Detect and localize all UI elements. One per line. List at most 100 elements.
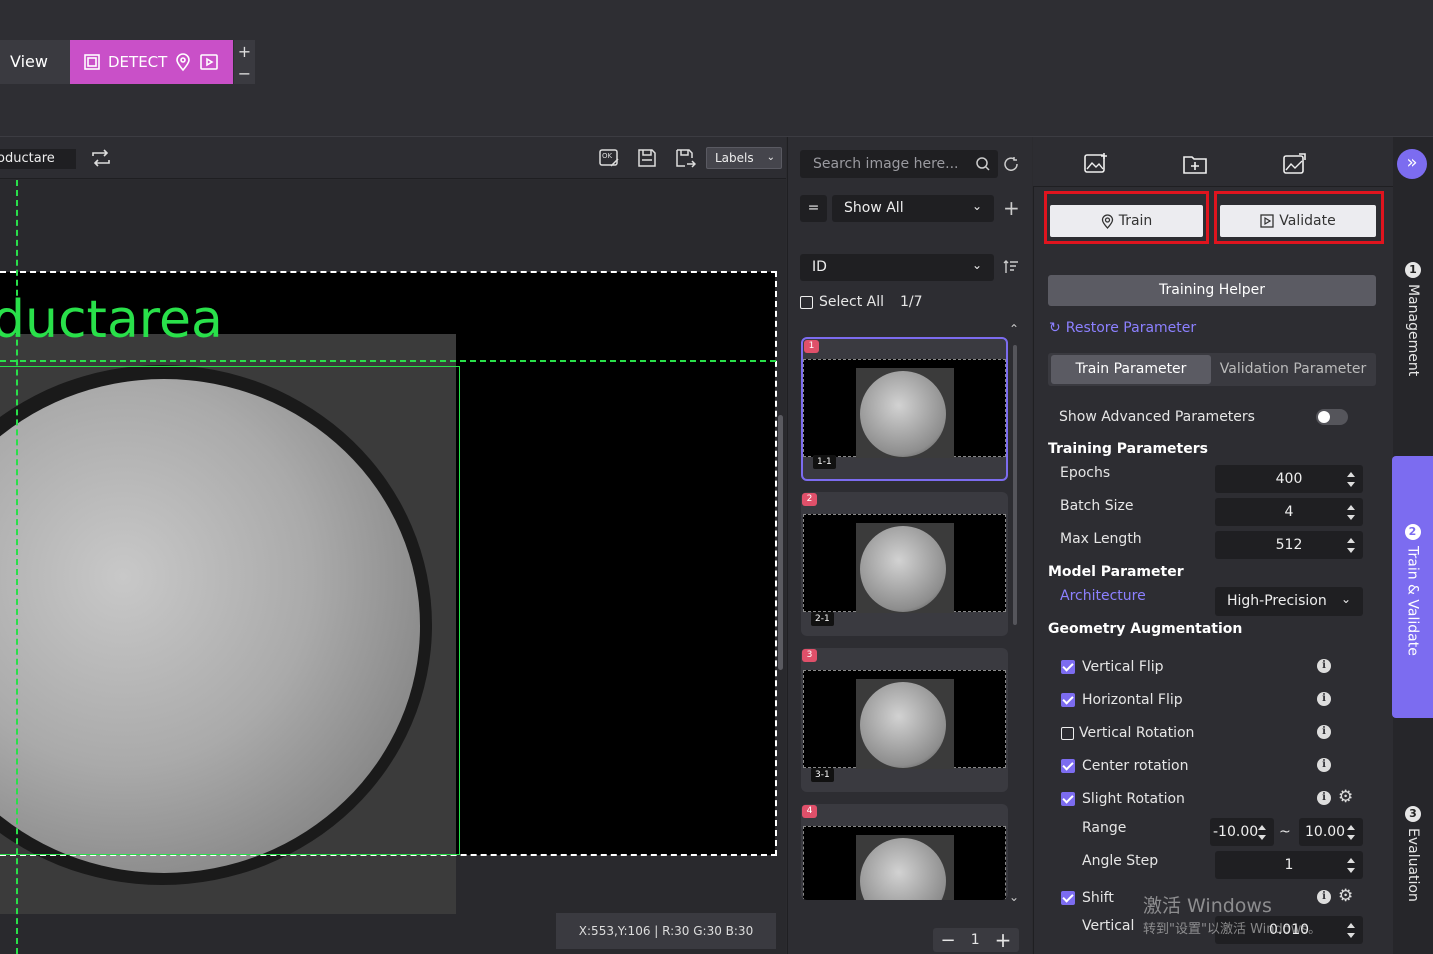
bounding-box[interactable]: [0, 366, 460, 855]
range-separator: ~: [1279, 824, 1291, 840]
angle-step-stepper[interactable]: 1: [1215, 851, 1363, 879]
collapse-panel-button[interactable]: »: [1397, 149, 1427, 179]
save-as-icon[interactable]: [674, 147, 696, 169]
horizontal-flip-label: Horizontal Flip: [1082, 692, 1183, 708]
epochs-label: Epochs: [1060, 465, 1111, 481]
location-pin-icon[interactable]: [173, 52, 193, 72]
minus-icon[interactable]: −: [238, 64, 251, 83]
center-rotation-checkbox[interactable]: [1061, 759, 1075, 773]
list-item[interactable]: 1 1-1: [801, 337, 1008, 481]
vertical-flip-label: Vertical Flip: [1082, 659, 1164, 675]
list-item[interactable]: 3 3-1: [801, 648, 1008, 792]
plus-icon[interactable]: +: [238, 42, 251, 61]
sidebar-item-management[interactable]: 1 Management: [1393, 262, 1433, 402]
refresh-icon[interactable]: [1003, 156, 1020, 173]
train-button-label: Train: [1118, 213, 1153, 229]
show-advanced-label: Show Advanced Parameters: [1059, 409, 1255, 425]
page-next-icon[interactable]: +: [995, 928, 1012, 952]
labels-select-value: Labels: [715, 151, 754, 165]
sidebar-label: Train & Validate: [1404, 546, 1421, 656]
epochs-stepper[interactable]: 400: [1215, 465, 1363, 493]
step-number: 1: [1405, 262, 1421, 278]
scroll-top-icon[interactable]: ⌃: [1009, 322, 1019, 336]
validate-button[interactable]: Validate: [1220, 205, 1376, 237]
gear-icon[interactable]: ⚙: [1338, 787, 1353, 807]
export-image-icon[interactable]: [1282, 152, 1308, 176]
select-all-row: Select All 1/7: [800, 294, 923, 310]
sidebar-item-evaluation[interactable]: 3 Evaluation: [1393, 806, 1433, 926]
select-all-checkbox[interactable]: [800, 295, 813, 309]
tab-validation-parameter[interactable]: Validation Parameter: [1213, 355, 1373, 384]
filter-operator[interactable]: =: [800, 195, 827, 222]
sort-order-icon[interactable]: [1003, 260, 1019, 274]
filter-select[interactable]: Show All ⌄: [832, 195, 994, 222]
detect-tab-label: DETECT: [108, 53, 168, 71]
save-icon[interactable]: [636, 147, 658, 169]
ok-image-icon[interactable]: OK: [598, 147, 620, 169]
page-prev-icon[interactable]: −: [941, 930, 956, 951]
labels-select[interactable]: Labels ⌄: [706, 147, 782, 169]
info-icon[interactable]: i: [1317, 659, 1331, 673]
sidebar-item-train-validate[interactable]: 2 Train & Validate: [1392, 456, 1433, 718]
thumb-id: 2-1: [811, 612, 834, 626]
horizontal-flip-row: Horizontal Flip: [1061, 692, 1183, 708]
gallery-scrollbar[interactable]: [1013, 345, 1017, 625]
gear-icon[interactable]: ⚙: [1338, 886, 1353, 906]
info-icon[interactable]: i: [1317, 758, 1331, 772]
pixel-status: X:553,Y:106 | R:30 G:30 B:30: [556, 913, 776, 949]
show-advanced-toggle[interactable]: [1316, 409, 1348, 425]
sort-select[interactable]: ID ⌄: [800, 254, 994, 281]
toggle-knob: [1318, 411, 1330, 423]
add-filter-icon[interactable]: +: [1003, 196, 1020, 220]
tab-view[interactable]: View: [0, 40, 70, 84]
slight-rotation-row: Slight Rotation: [1061, 791, 1185, 807]
shift-row: Shift: [1061, 890, 1114, 906]
chevron-down-icon: ⌄: [766, 152, 775, 163]
play-box-icon: [1260, 214, 1274, 228]
shift-checkbox[interactable]: [1061, 891, 1075, 905]
center-rotation-label: Center rotation: [1082, 758, 1189, 774]
play-box-icon[interactable]: [199, 52, 219, 72]
add-folder-icon[interactable]: [1182, 152, 1208, 176]
slight-rotation-checkbox[interactable]: [1061, 792, 1075, 806]
list-item[interactable]: 2 2-1: [801, 492, 1008, 636]
info-icon[interactable]: i: [1317, 791, 1331, 805]
region-label: ductarea: [0, 290, 223, 350]
list-item[interactable]: 4: [801, 804, 1008, 900]
image-name-select[interactable]: roductare: [0, 149, 76, 169]
max-length-stepper[interactable]: 512: [1215, 531, 1363, 559]
tab-train-parameter[interactable]: Train Parameter: [1051, 355, 1211, 384]
add-image-icon[interactable]: [1083, 152, 1109, 176]
validate-button-label: Validate: [1279, 213, 1336, 229]
filter-select-value: Show All: [844, 200, 904, 216]
range-label: Range: [1082, 820, 1127, 836]
range-max-stepper[interactable]: 10.00: [1299, 818, 1363, 846]
windows-activation-line1: 激活 Windows: [1143, 895, 1272, 917]
chevron-down-icon: ⌄: [971, 258, 982, 272]
info-icon[interactable]: i: [1317, 725, 1331, 739]
svg-text:OK: OK: [602, 152, 613, 160]
vertical-flip-checkbox[interactable]: [1061, 660, 1075, 674]
canvas-toolbar: [0, 137, 786, 179]
vertical-rotation-checkbox[interactable]: [1061, 726, 1074, 740]
roi-dashed-green-hline: [0, 360, 776, 362]
canvas-scrollbar[interactable]: [778, 415, 783, 670]
info-icon[interactable]: i: [1317, 890, 1331, 904]
swap-icon[interactable]: [90, 148, 112, 168]
frame-icon: [84, 54, 100, 70]
restore-parameter-link[interactable]: ↻ Restore Parameter: [1049, 320, 1196, 336]
vertical-rotation-label: Vertical Rotation: [1079, 725, 1195, 741]
info-icon[interactable]: i: [1317, 692, 1331, 706]
scroll-bottom-icon[interactable]: ⌄: [1009, 890, 1019, 904]
search-input[interactable]: Search image here...: [800, 150, 998, 178]
image-canvas[interactable]: ductarea: [0, 180, 786, 954]
horizontal-flip-checkbox[interactable]: [1061, 693, 1075, 707]
search-icon[interactable]: [975, 156, 991, 172]
step-number: 2: [1404, 524, 1421, 540]
architecture-select[interactable]: High-Precision ⌄: [1215, 587, 1363, 616]
training-helper-button[interactable]: Training Helper: [1048, 275, 1376, 306]
tab-detect[interactable]: DETECT: [70, 40, 233, 84]
train-button[interactable]: Train: [1050, 205, 1203, 237]
batch-size-stepper[interactable]: 4: [1215, 498, 1363, 526]
range-min-stepper[interactable]: -10.00: [1210, 818, 1274, 846]
